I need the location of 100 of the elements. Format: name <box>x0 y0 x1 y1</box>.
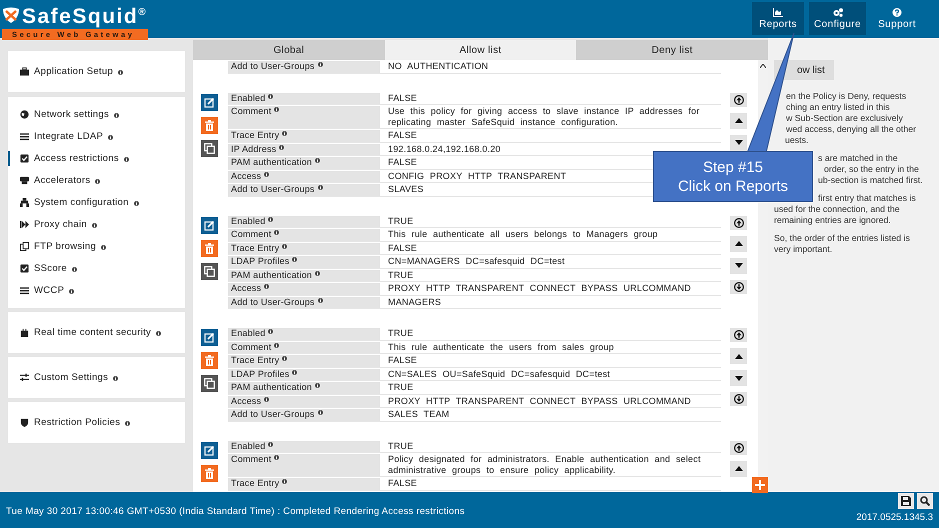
help-icon <box>892 8 902 16</box>
field-value: 192.168.0.24,192.168.0.20 <box>387 144 502 155</box>
field-label: Comment <box>228 454 380 476</box>
help-text: used for the connection, and the <box>774 204 901 215</box>
move-top-button[interactable] <box>730 328 747 342</box>
edit-button[interactable] <box>201 442 218 458</box>
nav-button[interactable]: Support <box>871 2 923 35</box>
field-label: Access <box>228 283 380 294</box>
move-bottom-button[interactable] <box>730 280 747 294</box>
trash-icon <box>205 120 214 130</box>
move-top-button[interactable] <box>730 216 747 230</box>
help-text: ching an entry listed in this <box>785 102 891 113</box>
logo-text: SafeSquid$^{®}$ <box>22 4 148 28</box>
caret-up-icon <box>734 466 742 471</box>
copy-icon <box>20 242 29 251</box>
nav-button[interactable]: Reports <box>752 2 804 35</box>
info-icon <box>101 244 106 250</box>
circle-up-icon <box>734 330 744 340</box>
move-up-button[interactable] <box>730 236 747 252</box>
move-down-button[interactable] <box>730 258 747 274</box>
sitemap-icon <box>20 198 29 207</box>
list-icon <box>20 286 29 295</box>
field-label: LDAP Profiles <box>228 368 380 380</box>
move-down-button[interactable] <box>730 370 747 386</box>
help-text: en the Policy is Deny, requests <box>785 91 908 102</box>
info-icon <box>292 257 298 262</box>
edit-button[interactable] <box>201 94 218 110</box>
sidebar-item[interactable]: Real time content security <box>8 325 185 340</box>
scroll-up-icon[interactable] <box>760 64 766 68</box>
move-down-button[interactable] <box>730 134 747 150</box>
delete-button[interactable] <box>201 240 218 256</box>
info-icon <box>282 356 288 361</box>
edit-icon <box>204 220 215 230</box>
info-icon <box>274 342 280 348</box>
copy-button[interactable] <box>201 262 218 280</box>
search-button[interactable] <box>917 493 933 509</box>
callout-text: Click on Reports <box>678 176 788 196</box>
sidebar-item[interactable]: WCCP <box>8 283 185 298</box>
circle-up-icon <box>734 94 744 104</box>
status-message: Tue May 30 2017 13:00:46 GMT+0530 (India Standard Time) : Completed Rendering Access restrictions <box>6 506 465 517</box>
sidebar-item[interactable]: Proxy chain <box>8 217 185 232</box>
help-text: very important. <box>774 244 834 255</box>
field-value: TRUE <box>387 216 414 227</box>
tab[interactable]: Allow list <box>384 40 576 60</box>
caret-up-icon <box>734 354 742 358</box>
sidebar-item[interactable]: Application Setup <box>8 64 185 79</box>
field-label: Comment <box>228 342 380 353</box>
field-label: Add to User-Groups <box>228 409 380 420</box>
move-top-button[interactable] <box>730 92 747 106</box>
move-up-button[interactable] <box>730 112 747 128</box>
edit-button[interactable] <box>201 329 218 346</box>
field-value: CN=SALES OU=SafeSquid DC=safesquid DC=test <box>387 368 612 380</box>
sidebar-item[interactable]: Restriction Policies <box>8 415 185 430</box>
edit-button[interactable] <box>201 216 218 234</box>
caret-up-icon <box>734 118 742 123</box>
save-button[interactable] <box>898 493 914 509</box>
move-up-button[interactable] <box>730 460 747 476</box>
delete-button[interactable] <box>201 464 218 482</box>
field-value: NO AUTHENTICATION <box>387 61 490 72</box>
globe-icon <box>20 110 29 119</box>
add-button[interactable] <box>752 477 768 493</box>
tab[interactable]: Deny list <box>576 40 768 60</box>
sidebar-item[interactable]: SScore <box>8 261 185 276</box>
sidebar-item[interactable]: Network settings <box>8 107 185 122</box>
info-icon <box>314 158 320 163</box>
field-label: PAM authentication <box>228 270 380 281</box>
sidebar-item[interactable]: System configuration <box>8 195 185 210</box>
sidebar-item[interactable]: Integrate LDAP <box>8 129 185 144</box>
field-label: Trace Entry <box>228 130 380 142</box>
info-icon <box>92 222 97 228</box>
copy-button[interactable] <box>201 140 218 156</box>
info-icon <box>108 134 114 140</box>
field-value: MANAGERS <box>387 296 442 308</box>
info-icon <box>69 288 74 294</box>
info-icon <box>318 298 323 302</box>
nav-button[interactable]: Configure <box>809 2 866 35</box>
info-icon <box>113 376 118 380</box>
info-icon <box>72 266 77 272</box>
sidebar-item[interactable]: FTP browsing <box>8 239 185 254</box>
sidebar-item[interactable]: Custom Settings <box>8 370 185 385</box>
field-value: TRUE <box>387 328 414 340</box>
field-label: Trace Entry <box>228 242 380 254</box>
copy-button[interactable] <box>201 375 218 392</box>
gears-icon <box>832 8 843 16</box>
info-icon <box>318 410 323 415</box>
delete-button[interactable] <box>201 116 218 134</box>
chart-icon <box>773 8 784 16</box>
caret-down-icon <box>734 263 742 268</box>
move-bottom-button[interactable] <box>730 392 747 406</box>
info-icon <box>134 200 139 206</box>
move-top-button[interactable] <box>730 440 747 454</box>
edit-icon <box>204 332 215 343</box>
move-up-button[interactable] <box>730 348 747 364</box>
field-value: TRUE <box>387 440 414 452</box>
sidebar-item[interactable]: Accelerators <box>8 173 185 188</box>
tab[interactable]: Global <box>193 40 385 60</box>
trash-icon <box>205 242 214 254</box>
delete-button[interactable] <box>201 352 218 369</box>
caret-down-icon <box>734 140 742 145</box>
sidebar-item[interactable]: Access restrictions <box>8 151 185 166</box>
